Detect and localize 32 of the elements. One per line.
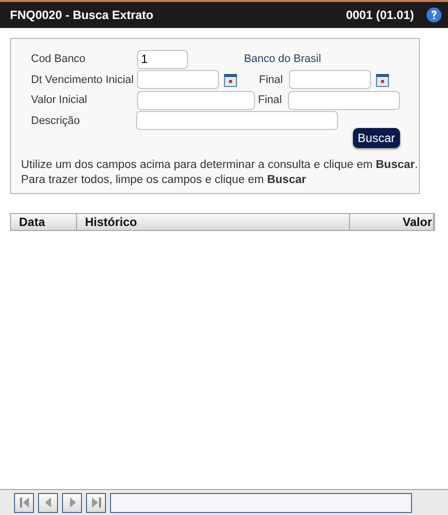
page-field[interactable]	[110, 492, 412, 512]
column-header[interactable]: Valor	[350, 214, 434, 230]
search-button[interactable]: Buscar	[352, 128, 400, 148]
bank-name: Banco do Brasil	[244, 53, 322, 65]
first-page-button[interactable]	[14, 492, 34, 512]
field-label: Descrição	[31, 114, 81, 126]
field-label: Dt Vencimento Inicial	[31, 74, 135, 86]
input-field[interactable]	[136, 111, 338, 130]
skip-forward-icon	[90, 497, 102, 508]
skip-back-icon	[18, 497, 30, 508]
prev-page-button[interactable]	[38, 492, 58, 512]
date-field[interactable]	[137, 70, 219, 89]
last-page-button[interactable]	[86, 492, 106, 512]
calendar-icon[interactable]	[376, 72, 389, 86]
hint-text: Para trazer todos, limpe os campos e clique em Buscar	[21, 173, 308, 188]
input-field[interactable]: 1	[137, 50, 188, 68]
column-header[interactable]: Data	[11, 214, 77, 230]
field-label: Cod Banco	[31, 53, 86, 65]
date-field[interactable]	[289, 70, 371, 89]
help-icon[interactable]	[426, 7, 442, 23]
field-label: Valor Inicial	[31, 94, 88, 106]
field-label: Final	[258, 94, 283, 106]
field-label: Final	[259, 74, 284, 86]
triangle-left-icon	[42, 497, 54, 508]
version-label: 0001 (01.01)	[346, 8, 414, 22]
column-header[interactable]: Histórico	[77, 214, 350, 230]
window-title: FNQ0020 - Busca Extrato	[10, 8, 154, 22]
next-page-button[interactable]	[62, 492, 82, 512]
input-field[interactable]	[288, 90, 400, 110]
hint-text: Utilize um dos campos acima para determinar a consulta e clique em Buscar.	[21, 158, 418, 173]
input-field[interactable]	[137, 90, 255, 110]
calendar-icon[interactable]	[224, 72, 237, 86]
